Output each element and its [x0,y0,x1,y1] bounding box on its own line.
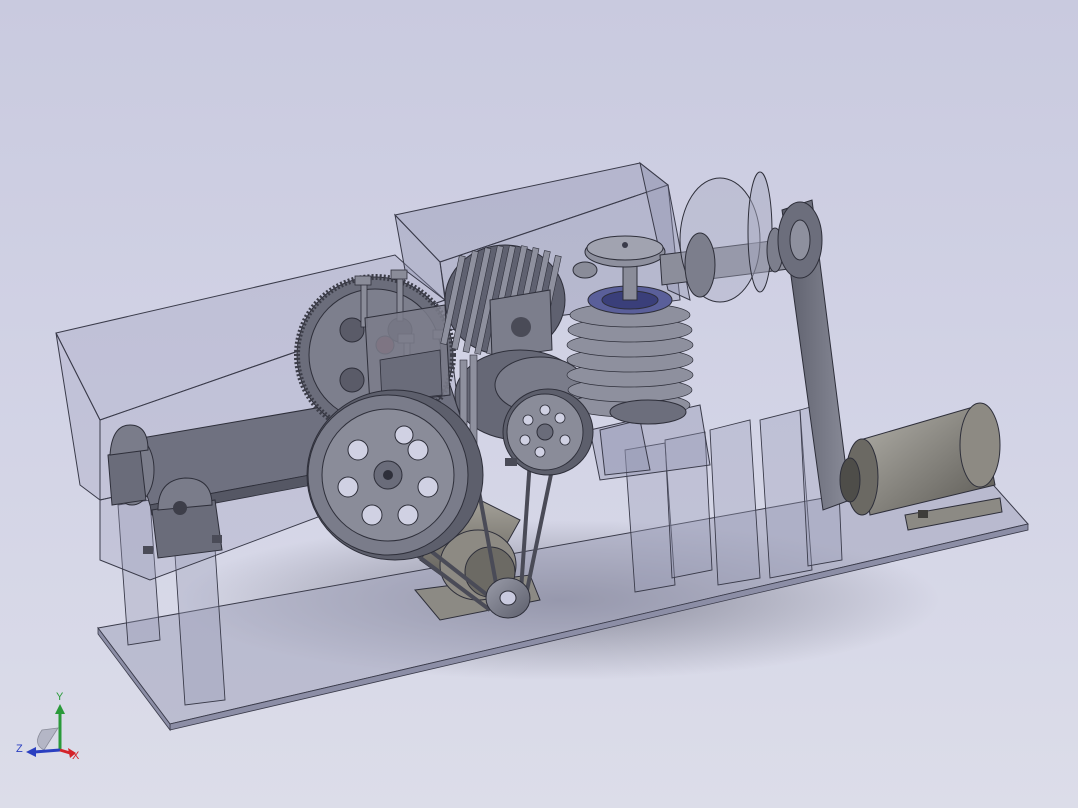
machine-assembly-model[interactable] [0,0,1078,808]
x-axis-label: X [72,750,80,762]
right-electric-motor[interactable] [839,402,1003,531]
shaft-housing[interactable] [364,304,451,406]
z-axis-label: Z [16,743,23,755]
z-axis-line [33,748,61,754]
finned-crushing-drum-rear[interactable] [440,244,566,359]
horizontal-drive-shaft[interactable] [659,171,798,303]
bearing-block-rear[interactable] [107,424,149,506]
y-axis-label: Y [56,691,64,703]
z-axis-arrow [26,747,36,757]
medium-pulley[interactable] [502,388,594,476]
large-spoked-pulley[interactable] [306,389,484,561]
coordinate-triad-icon[interactable]: Y Z X [14,684,86,764]
triad-base-shape [37,727,59,751]
y-axis-arrow [55,704,65,714]
small-drive-pulley[interactable] [485,577,531,619]
cad-viewport[interactable]: Y Z X [0,0,1078,808]
